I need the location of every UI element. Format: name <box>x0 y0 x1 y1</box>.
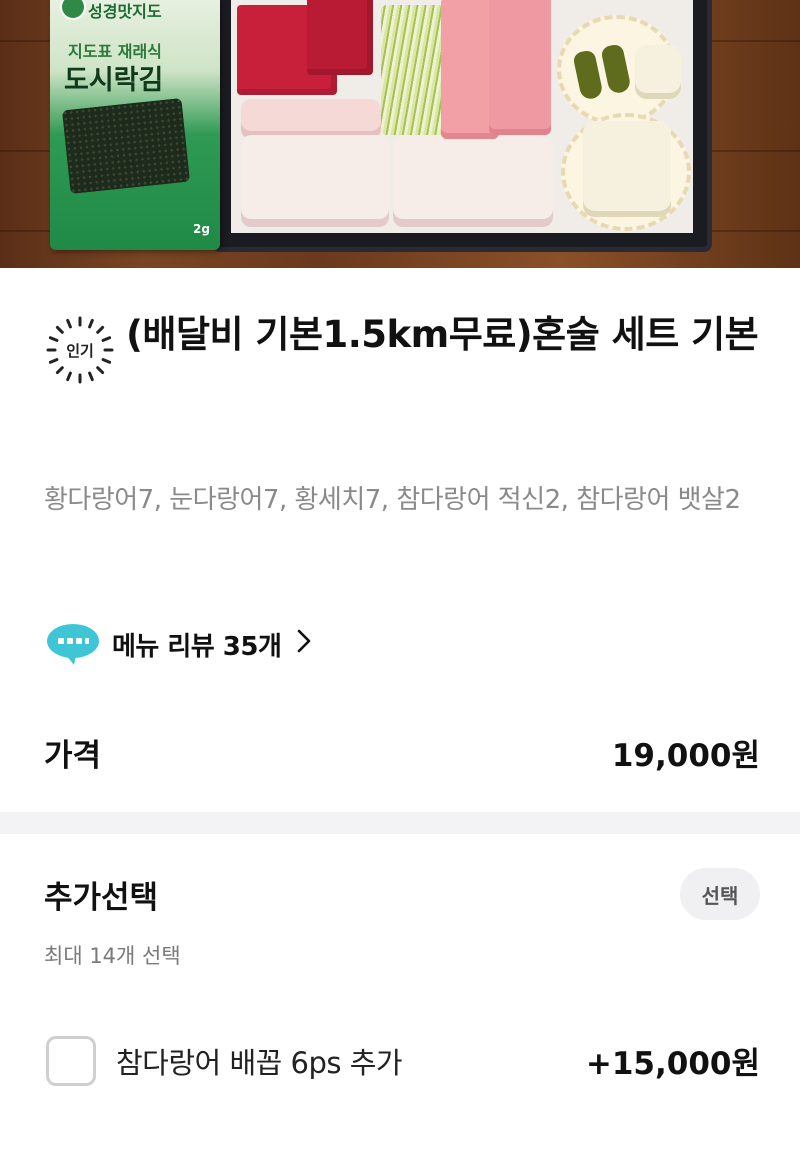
speech-bubble-icon <box>47 624 99 665</box>
popular-badge: 인기 <box>44 314 116 386</box>
squid-piece <box>583 121 671 217</box>
menu-photo: 성경맛지도 지도표 재래식 도시락김 2g <box>0 0 800 268</box>
seaweed-image <box>61 97 191 195</box>
fish-slice <box>241 99 381 139</box>
fish-slice <box>241 135 389 227</box>
option-price: +15,000원 <box>585 1046 760 1082</box>
tuna-piece <box>307 0 373 75</box>
menu-title: (배달비 기본1.5km무료)혼술 세트 기본 <box>126 313 759 356</box>
option-name: 참다랑어 배꼽 6ps 추가 <box>116 1046 403 1080</box>
tuna-belly-slice <box>489 0 551 135</box>
price-value: 19,000원 <box>611 738 760 774</box>
sashimi-tray <box>212 0 712 252</box>
pack-title: 도시락김 <box>64 65 164 96</box>
tray-inner <box>231 0 693 233</box>
chevron-right-icon <box>297 629 311 660</box>
pack-weight: 2g <box>193 222 210 236</box>
popular-label: 인기 <box>66 342 94 360</box>
fish-slice <box>393 135 553 227</box>
section-divider <box>0 812 800 834</box>
brand-seal-icon <box>60 0 86 20</box>
price-label: 가격 <box>44 738 102 774</box>
option-checkbox[interactable] <box>46 1036 96 1086</box>
options-limit-text: 최대 14개 선택 <box>44 944 181 968</box>
menu-description: 황다랑어7, 눈다랑어7, 황세치7, 참다랑어 적신2, 참다랑어 뱃살2 <box>44 485 741 515</box>
option-row[interactable]: 참다랑어 배꼽 6ps 추가 +15,000원 <box>44 1030 760 1090</box>
menu-review-link[interactable]: 메뉴 리뷰 35개 <box>44 618 311 670</box>
pack-brand: 성경맛지도 <box>88 2 162 21</box>
options-title: 추가선택 <box>44 880 159 916</box>
review-link-label: 메뉴 리뷰 35개 <box>112 631 282 662</box>
seaweed-pack: 성경맛지도 지도표 재래식 도시락김 2g <box>50 0 220 250</box>
squid-piece <box>635 45 681 99</box>
options-optional-badge: 선택 <box>680 868 760 920</box>
menu-title-block: 인기 (배달비 기본1.5km무료)혼술 세트 기본 <box>44 306 764 384</box>
